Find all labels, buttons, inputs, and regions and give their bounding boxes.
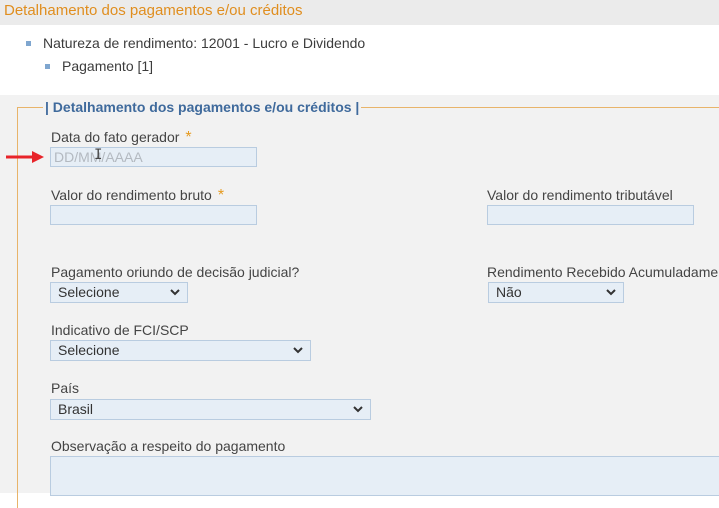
chevron-down-icon <box>170 289 180 296</box>
valor-bruto-input[interactable] <box>50 205 257 225</box>
decisao-judicial-value: Selecione <box>58 284 120 300</box>
fci-scp-label: Indicativo de FCI/SCP <box>51 322 189 338</box>
fci-scp-select[interactable]: Selecione <box>50 340 311 361</box>
valor-bruto-label: Valor do rendimento bruto * <box>51 187 225 204</box>
form-panel: | Detalhamento dos pagamentos e/ou crédi… <box>0 95 719 508</box>
tree-bullet-icon <box>26 40 31 46</box>
tree-item-natureza[interactable]: Natureza de rendimento: 12001 - Lucro e … <box>26 35 365 51</box>
chevron-down-icon <box>353 406 363 413</box>
required-mark: * <box>217 187 225 204</box>
fci-scp-value: Selecione <box>58 342 120 358</box>
observacao-label: Observação a respeito do pagamento <box>51 438 286 454</box>
pais-value: Brasil <box>58 401 94 417</box>
fieldset-legend: | Detalhamento dos pagamentos e/ou crédi… <box>43 99 362 115</box>
pais-select[interactable]: Brasil <box>50 399 371 420</box>
pais-label: País <box>51 380 80 396</box>
decisao-judicial-select[interactable]: Selecione <box>50 282 188 303</box>
decisao-judicial-label: Pagamento oriundo de decisão judicial? <box>51 264 300 280</box>
text-cursor-icon: I <box>94 147 103 163</box>
data-fato-label: Data do fato gerador * <box>51 129 192 146</box>
rra-value: Não <box>496 284 522 300</box>
chevron-down-icon <box>293 347 303 354</box>
chevron-down-icon <box>606 289 616 296</box>
tree-item-pagamento[interactable]: Pagamento [1] <box>45 58 153 74</box>
data-fato-input[interactable]: DD/MM/AAAA <box>50 147 257 167</box>
valor-tributavel-input[interactable] <box>487 205 694 225</box>
red-arrow-icon <box>6 151 44 163</box>
tree-item-label: Pagamento [1] <box>62 58 154 74</box>
valor-tributavel-label: Valor do rendimento tributável <box>487 187 673 203</box>
rra-label: Rendimento Recebido Acumuladamen <box>487 264 719 280</box>
tree-item-label: Natureza de rendimento: 12001 - Lucro e … <box>43 35 366 51</box>
rra-select[interactable]: Não <box>488 282 624 303</box>
required-mark: * <box>185 129 192 146</box>
page-header: Detalhamento dos pagamentos e/ou crédito… <box>0 0 719 26</box>
tree-nav: Natureza de rendimento: 12001 - Lucro e … <box>0 25 719 95</box>
header-title: Detalhamento dos pagamentos e/ou crédito… <box>4 2 303 19</box>
observacao-textarea[interactable] <box>50 456 719 496</box>
tree-bullet-icon <box>45 63 50 69</box>
